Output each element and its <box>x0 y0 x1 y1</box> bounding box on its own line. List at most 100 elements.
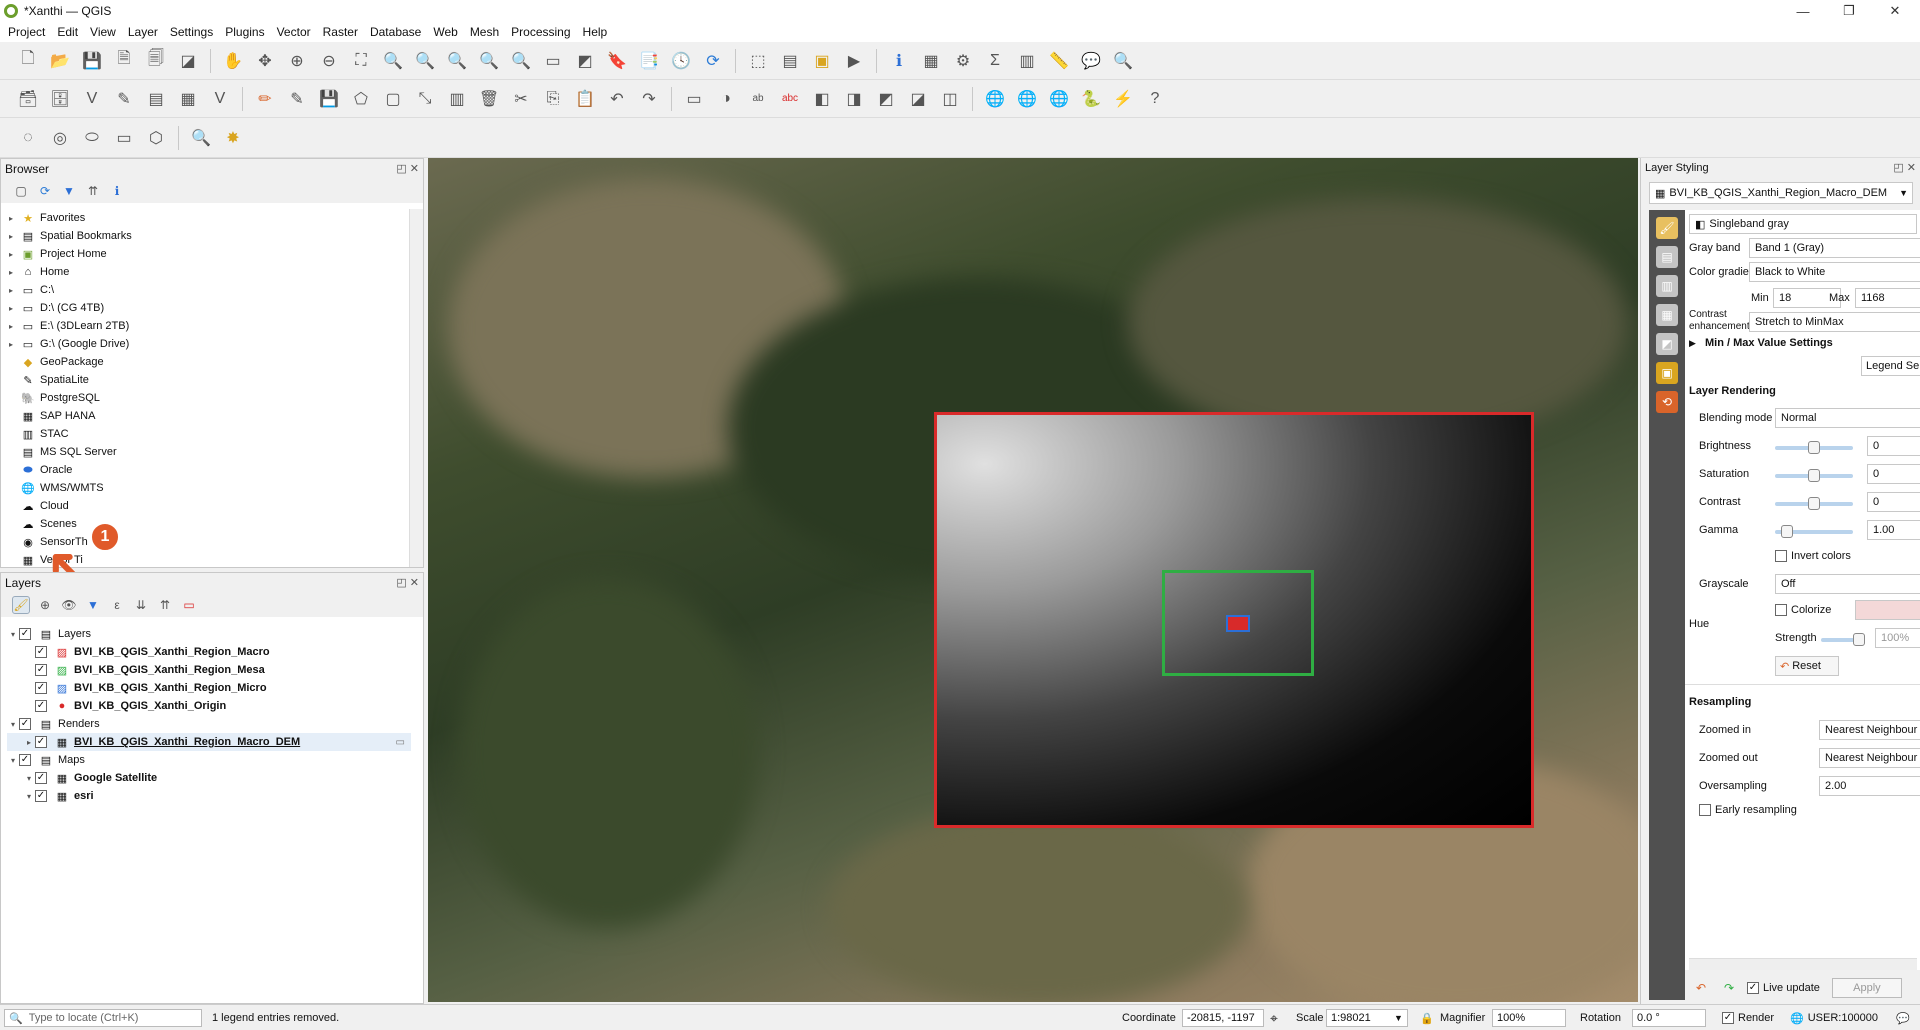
menu-processing[interactable]: Processing <box>511 25 570 39</box>
menu-mesh[interactable]: Mesh <box>470 25 499 39</box>
magnifier-input[interactable]: 100% <box>1492 1009 1566 1027</box>
menu-layer[interactable]: Layer <box>128 25 158 39</box>
menu-view[interactable]: View <box>90 25 116 39</box>
zoom-in-icon[interactable]: ⊕ <box>285 49 309 73</box>
save-project-icon[interactable]: 💾 <box>80 49 104 73</box>
invert-colors-checkbox[interactable] <box>1775 550 1787 562</box>
layer-select[interactable]: ▦ BVI_KB_QGIS_Xanthi_Region_Macro_DEM ▼ <box>1649 182 1913 204</box>
remove-layer-icon[interactable]: ▭ <box>180 596 198 614</box>
maximize-button[interactable]: ❐ <box>1826 0 1872 22</box>
grayscale-select[interactable]: Off <box>1775 574 1920 594</box>
list-item[interactable]: ▥ STAC <box>5 425 423 443</box>
regular-polygon-icon[interactable]: ⬡ <box>144 126 168 150</box>
save-edits-icon[interactable]: 💾 <box>317 87 341 111</box>
list-item[interactable]: ▸ ▭ C:\ <box>5 281 423 299</box>
filter-legend-icon[interactable]: ▼ <box>84 596 102 614</box>
refresh-icon[interactable]: ⟳ <box>701 49 725 73</box>
label-abc-icon[interactable]: ab <box>746 87 770 111</box>
pan-to-selection-icon[interactable]: ✥ <box>253 49 277 73</box>
deselect-icon[interactable]: ▣ <box>810 49 834 73</box>
brightness-slider[interactable] <box>1775 441 1853 454</box>
layer-row[interactable]: ▾ ✓ ▦ Google Satellite <box>7 769 423 787</box>
zoom-layer-icon[interactable]: 🔍 <box>413 49 437 73</box>
zoom-out-icon[interactable]: ⊖ <box>317 49 341 73</box>
shape-digitize-icon[interactable]: ◌ <box>16 126 40 150</box>
list-item[interactable]: ▸ ⌂ Home <box>5 263 423 281</box>
change-label-icon[interactable]: ◫ <box>938 87 962 111</box>
strength-input[interactable]: 100% <box>1875 628 1920 648</box>
list-item[interactable]: ▦ SAP HANA <box>5 407 423 425</box>
visibility-checkbox[interactable]: ✓ <box>19 754 31 766</box>
layer-row[interactable]: ✓ ▨ BVI_KB_QGIS_Xanthi_Region_Macro <box>7 643 423 661</box>
gray-band-select[interactable]: Band 1 (Gray) <box>1749 238 1920 258</box>
modify-attributes-icon[interactable]: ▥ <box>445 87 469 111</box>
redo-icon[interactable]: ↷ <box>1719 978 1739 998</box>
color-gradient-select[interactable]: Black to White <box>1749 262 1920 282</box>
cut-icon[interactable]: ✂ <box>509 87 533 111</box>
globe-settings-icon[interactable]: 🌐 <box>1015 87 1039 111</box>
filter-expression-icon[interactable]: ε <box>108 596 126 614</box>
new-project-icon[interactable]: 🗋 <box>16 49 40 73</box>
select-value-icon[interactable]: ▤ <box>778 49 802 73</box>
transparency-tab-icon[interactable]: ▤ <box>1656 246 1678 268</box>
add-group-icon[interactable]: ⊕ <box>36 596 54 614</box>
gamma-slider[interactable] <box>1775 525 1853 538</box>
menu-web[interactable]: Web <box>433 25 457 39</box>
georeferencer-icon[interactable]: ✸ <box>221 126 245 150</box>
circle-icon[interactable]: ◎ <box>48 126 72 150</box>
layer-row[interactable]: ✓ ▨ BVI_KB_QGIS_Xanthi_Region_Micro <box>7 679 423 697</box>
layer-row[interactable]: ✓ ▨ BVI_KB_QGIS_Xanthi_Region_Mesa <box>7 661 423 679</box>
renderer-select[interactable]: ◧ Singleband gray <box>1689 214 1917 234</box>
saturation-slider[interactable] <box>1775 469 1853 482</box>
close-button[interactable]: ✕ <box>1872 0 1918 22</box>
collapse-all-icon[interactable]: ⇈ <box>84 182 102 200</box>
reset-button[interactable]: ↶ Reset <box>1775 656 1839 676</box>
attribute-table-icon[interactable]: ▦ <box>919 49 943 73</box>
label-abc-red-icon[interactable]: abc <box>778 87 802 111</box>
paste-icon[interactable]: 📋 <box>573 87 597 111</box>
visibility-checkbox[interactable]: ✓ <box>35 664 47 676</box>
contrast-input[interactable]: 0 <box>1867 492 1920 512</box>
open-layer-styling-icon[interactable]: 🖌 <box>12 596 30 614</box>
panel-close-icon[interactable]: ◰ ✕ <box>396 162 419 175</box>
list-item[interactable]: ◆ GeoPackage <box>5 353 423 371</box>
rotation-input[interactable]: 0.0 ° <box>1632 1009 1706 1027</box>
plugin-icon[interactable]: ⚡ <box>1111 87 1135 111</box>
delete-selected-icon[interactable]: 🗑 <box>477 87 501 111</box>
list-item[interactable]: ▸ ★ Favorites <box>5 209 423 227</box>
pyramids-tab-icon[interactable]: ◩ <box>1656 333 1678 355</box>
brightness-input[interactable]: 0 <box>1867 436 1920 456</box>
pan-icon[interactable]: ✋ <box>221 49 245 73</box>
list-item[interactable]: ✎ SpatiaLite <box>5 371 423 389</box>
style-tab-icon[interactable]: ▣ <box>1656 362 1678 384</box>
redo-icon[interactable]: ↷ <box>637 87 661 111</box>
new-shapefile-icon[interactable]: V <box>80 87 104 111</box>
menu-help[interactable]: Help <box>583 25 608 39</box>
zoom-last-icon[interactable]: 🔍 <box>477 49 501 73</box>
select-location-icon[interactable]: ▶ <box>842 49 866 73</box>
style-manager-icon[interactable]: ◪ <box>176 49 200 73</box>
layer-row-selected[interactable]: ▸ ✓ ▦ BVI_KB_QGIS_Xanthi_Region_Macro_DEM ▭ <box>7 733 411 751</box>
new-geopackage-icon[interactable]: 🗄 <box>48 87 72 111</box>
histogram-tab-icon[interactable]: ▥ <box>1656 275 1678 297</box>
list-item[interactable]: ▸ ▣ Project Home <box>5 245 423 263</box>
contrast-enhancement-select[interactable]: Stretch to MinMax <box>1749 312 1920 332</box>
list-item[interactable]: ▸ ▭ E:\ (3DLearn 2TB) <box>5 317 423 335</box>
history-tab-icon[interactable]: ⟲ <box>1656 391 1678 413</box>
measure-icon[interactable]: 📏 <box>1047 49 1071 73</box>
minmax-settings-toggle[interactable]: Min / Max Value Settings <box>1705 337 1833 349</box>
new-temporary-layer-icon[interactable]: ▤ <box>144 87 168 111</box>
visibility-checkbox[interactable]: ✓ <box>35 646 47 658</box>
messages-icon[interactable]: 💬 <box>1896 1009 1910 1027</box>
apply-button[interactable]: Apply <box>1831 978 1902 998</box>
zoomed-out-select[interactable]: Nearest Neighbour <box>1819 748 1920 768</box>
visibility-checkbox[interactable]: ✓ <box>35 700 47 712</box>
strength-slider[interactable] <box>1821 633 1865 646</box>
visibility-checkbox[interactable]: ✓ <box>35 772 47 784</box>
panel-close-icon[interactable]: ◰ ✕ <box>1893 161 1916 174</box>
new-spatialite-icon[interactable]: ✎ <box>112 87 136 111</box>
rectangle-icon[interactable]: ▭ <box>112 126 136 150</box>
visibility-checkbox[interactable]: ✓ <box>19 718 31 730</box>
visibility-checkbox[interactable]: ✓ <box>35 736 47 748</box>
list-item[interactable]: 🌐 WMS/WMTS <box>5 479 423 497</box>
